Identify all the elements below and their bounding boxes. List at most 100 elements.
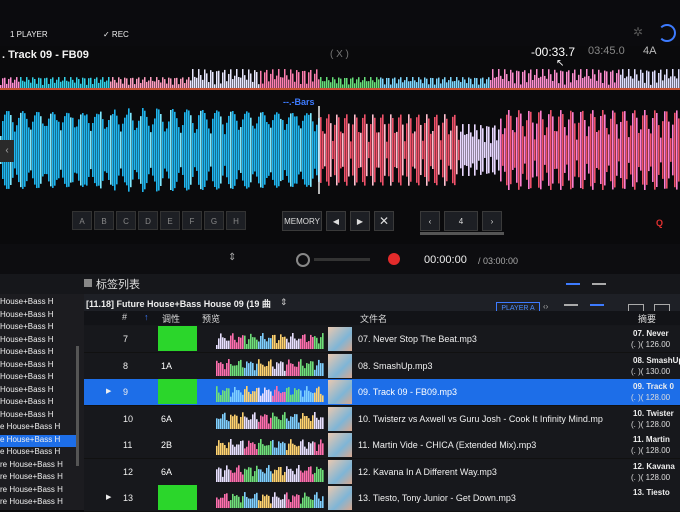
row-filename[interactable]: 13. Tiesto, Tony Junior - Get Down.mp3 [358, 493, 516, 503]
row-bpm: (. )( 130.00 [631, 366, 671, 376]
sidebar-item[interactable]: e House+Bass H [0, 434, 78, 447]
sidebar-item[interactable]: House+Bass H [0, 335, 78, 347]
sidebar-item[interactable]: House+Bass H [0, 397, 78, 409]
player-mode-label[interactable]: 1 PLAYER [10, 30, 48, 39]
hot-cue-e[interactable]: E [160, 211, 180, 230]
sidebar-item[interactable]: re House+Bass H [0, 497, 78, 509]
row-bpm: (. )( 128.00 [631, 393, 671, 402]
beat-jump-forward-icon[interactable]: › [482, 211, 502, 231]
hot-cue-b[interactable]: B [94, 211, 114, 230]
row-num: 10 [123, 413, 134, 424]
sidebar-item[interactable]: House+Bass H [0, 410, 78, 422]
row-summary: 08. SmashUp [633, 355, 680, 365]
preview-waveform[interactable] [216, 409, 324, 429]
memory-button[interactable]: MEMORY [282, 211, 322, 231]
row-num: 12 [123, 466, 134, 477]
updown-icon[interactable]: ⇕ [228, 252, 236, 263]
sort-toggle-icon[interactable]: ⇕ [280, 297, 288, 308]
sidebar-item[interactable]: re House+Bass H [0, 472, 78, 484]
deck-header [0, 0, 680, 46]
row-bpm: (. )( 128.00 [631, 446, 671, 455]
row-num: 8 [123, 360, 129, 371]
col-summary[interactable]: 摘要 [638, 312, 656, 325]
main-waveform[interactable] [0, 106, 680, 194]
record-level-slider[interactable] [314, 258, 370, 261]
overview-waveform[interactable] [0, 64, 680, 90]
level-knob-icon[interactable] [296, 253, 310, 267]
row-filename[interactable]: 07. Never Stop The Beat.mp3 [358, 334, 477, 344]
row-key: 6A [161, 466, 173, 477]
row-num: 9 [123, 387, 129, 397]
col-num[interactable]: # [122, 312, 127, 322]
key-cell [158, 485, 197, 510]
key-cell [158, 326, 197, 351]
hot-cue-c[interactable]: C [116, 211, 136, 230]
record-button[interactable] [388, 253, 400, 265]
row-summary: 12. Kavana [633, 461, 675, 471]
next-cue-icon[interactable]: ▶ [350, 211, 370, 231]
hot-cue-d[interactable]: D [138, 211, 158, 230]
prev-cue-icon[interactable]: ◀ [326, 211, 346, 231]
play-indicator-icon: ▶ [106, 388, 112, 395]
sidebar-item[interactable]: House+Bass H [0, 322, 78, 334]
artwork-thumbnail [328, 459, 352, 484]
row-filename[interactable]: 12. Kavana In A Different Way.mp3 [358, 467, 497, 477]
row-num: 13 [123, 493, 134, 503]
sidebar-scrollbar[interactable] [76, 346, 79, 466]
track-key: 4A [643, 45, 657, 57]
sidebar-item[interactable]: House+Bass H [0, 360, 78, 372]
hot-cue-a[interactable]: A [72, 211, 92, 230]
sidebar-item[interactable]: e House+Bass H [0, 447, 78, 459]
row-bpm: (. )( 128.00 [631, 419, 671, 429]
artwork-thumbnail [328, 486, 352, 510]
preview-waveform[interactable] [216, 382, 324, 402]
row-filename[interactable]: 10. Twisterz vs Axwell vs Guru Josh - Co… [358, 414, 603, 424]
sidebar-item[interactable]: e House+Bass H [0, 422, 78, 434]
key-cell [158, 379, 197, 404]
preview-waveform[interactable] [216, 435, 324, 455]
preview-waveform[interactable] [216, 329, 324, 349]
playlist-name[interactable]: [11.18] Future House+Bass House 09 (19 曲 [86, 297, 271, 310]
row-bpm: (. )( 128.00 [631, 472, 671, 482]
hot-cue-h[interactable]: H [226, 211, 246, 230]
artwork-thumbnail [328, 406, 352, 431]
beat-jump-value: 4 [444, 211, 478, 231]
settings-icon[interactable]: ✲ [633, 25, 643, 39]
row-filename[interactable]: 08. SmashUp.mp3 [358, 361, 433, 371]
quantize-button[interactable]: Q [656, 218, 663, 228]
row-key: 2B [161, 440, 173, 450]
delete-cue-icon[interactable]: ✕ [374, 211, 394, 231]
tag-list-title[interactable]: 标签列表 [96, 276, 140, 292]
tag-list-icon [84, 279, 92, 287]
sidebar-item[interactable]: re House+Bass H [0, 460, 78, 472]
track-title: . Track 09 - FB09 [2, 49, 89, 61]
hot-cue-g[interactable]: G [204, 211, 224, 230]
sidebar-item[interactable]: re House+Bass H [0, 485, 78, 497]
preview-waveform[interactable] [216, 356, 324, 376]
sidebar-item[interactable]: House+Bass H [0, 297, 78, 309]
col-key[interactable]: 调性 [162, 312, 180, 325]
preview-waveform[interactable] [216, 462, 324, 482]
record-time: 00:00:00 [424, 254, 467, 266]
overview-playhead-line [0, 88, 680, 90]
player-arrows-icon[interactable]: ‹› [543, 302, 548, 311]
artwork-thumbnail [328, 327, 352, 351]
preview-waveform[interactable] [216, 488, 324, 508]
scroll-left-icon[interactable]: ‹ [0, 140, 14, 162]
sort-up-icon[interactable]: ↑ [144, 312, 149, 322]
beat-jump-bar [420, 232, 504, 235]
row-filename[interactable]: 09. Track 09 - FB09.mp3 [358, 387, 457, 397]
row-filename[interactable]: 11. Martin Vide - CHICA (Extended Mix).m… [358, 440, 536, 450]
loading-icon [658, 24, 676, 42]
sidebar-item[interactable]: House+Bass H [0, 372, 78, 384]
row-summary: 10. Twister [633, 408, 674, 418]
sidebar-item[interactable]: House+Bass H [0, 347, 78, 359]
col-filename[interactable]: 文件名 [360, 312, 387, 325]
rec-toggle[interactable]: ✓ REC [103, 30, 129, 39]
beat-jump-back-icon[interactable]: ‹ [420, 211, 440, 231]
hot-cue-f[interactable]: F [182, 211, 202, 230]
sidebar-item[interactable]: House+Bass H [0, 385, 78, 397]
col-preview[interactable]: 预览 [202, 312, 220, 325]
sidebar-item[interactable]: House+Bass H [0, 310, 78, 322]
artwork-thumbnail [328, 433, 352, 457]
